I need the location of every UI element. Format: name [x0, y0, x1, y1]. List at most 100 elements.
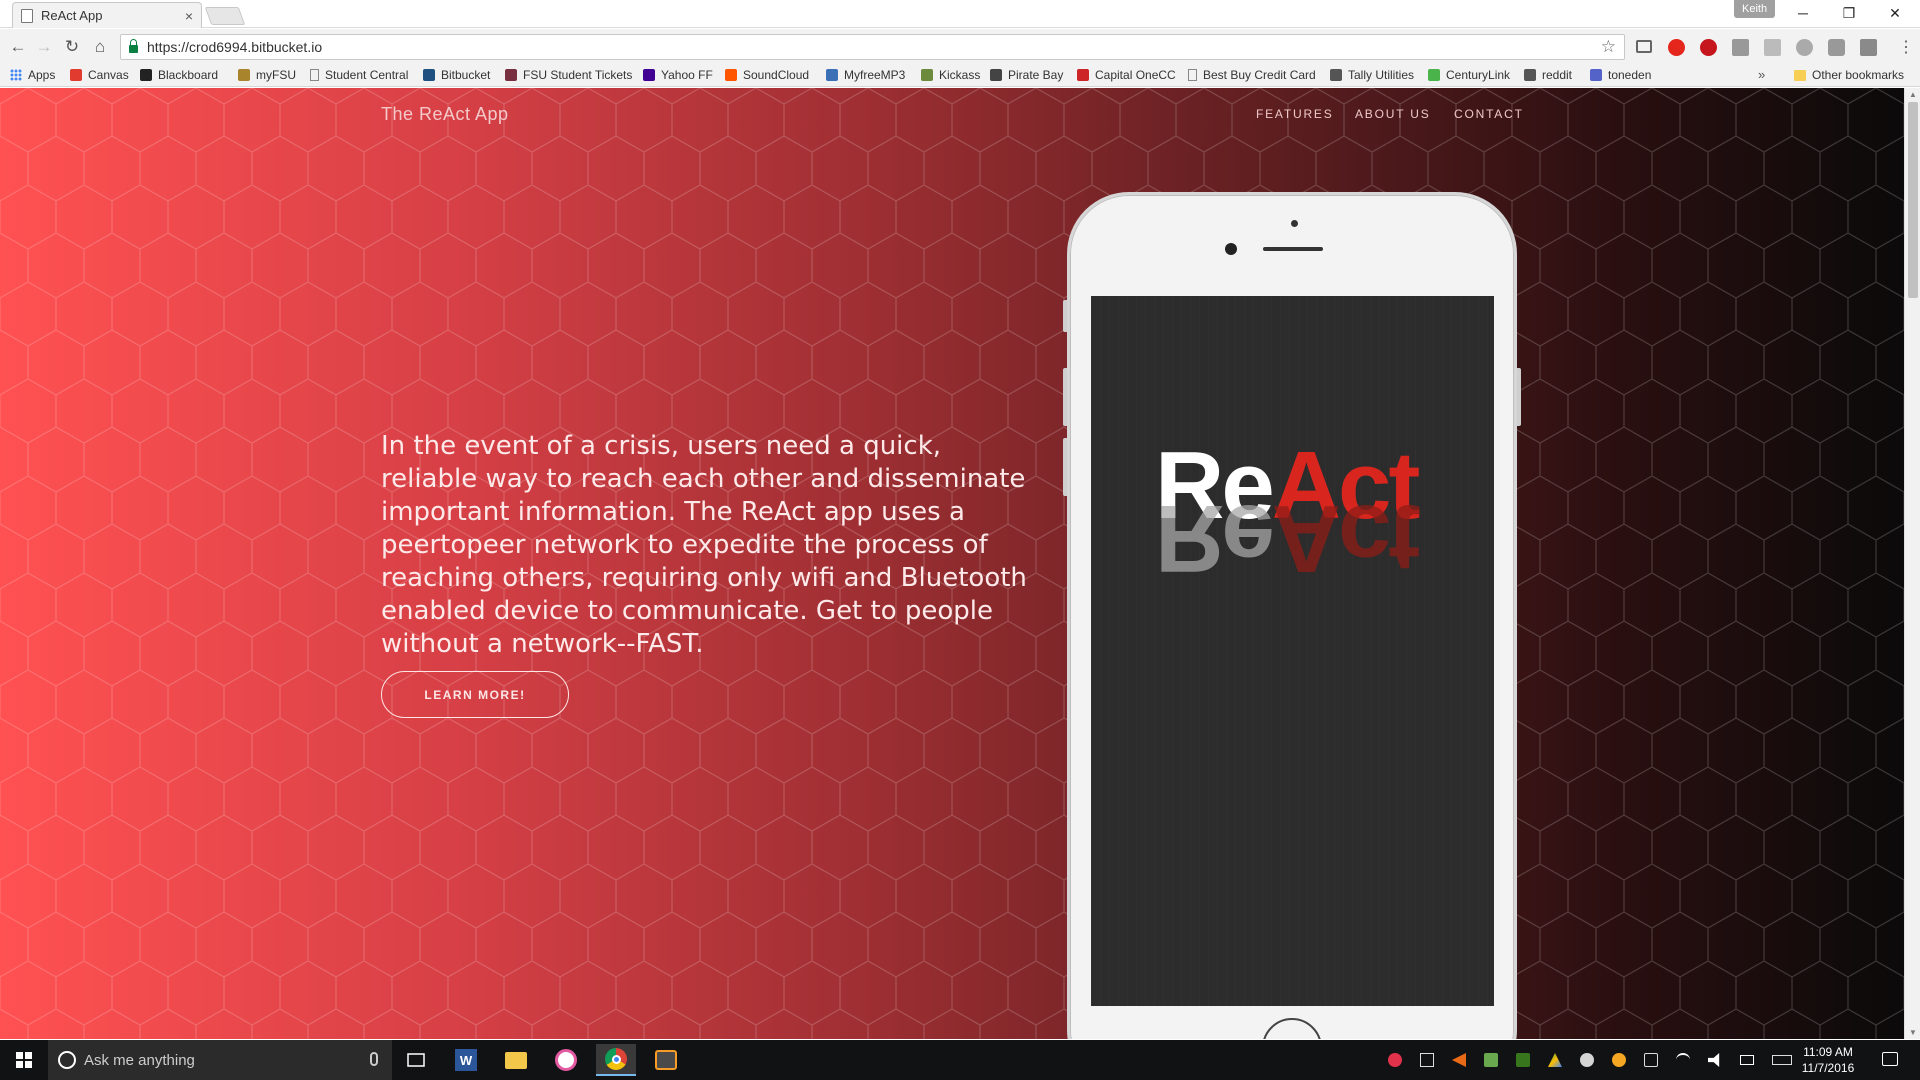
learn-more-button[interactable]: LEARN MORE! [381, 671, 569, 718]
bookmark-label: FSU Student Tickets [523, 68, 633, 82]
adblock-icon[interactable] [1700, 39, 1717, 56]
action-center-icon[interactable] [1882, 1052, 1898, 1066]
scroll-down-icon[interactable]: ▼ [1909, 1028, 1917, 1037]
bookmark-yahoo-ff[interactable]: Yahoo FF [643, 68, 713, 82]
wifi-icon[interactable] [1676, 1053, 1690, 1067]
bookmark-myfsu[interactable]: myFSU [238, 68, 296, 82]
google-drive-icon[interactable] [1548, 1053, 1562, 1067]
microphone-icon[interactable] [370, 1052, 378, 1066]
minimize-button[interactable]: ─ [1780, 0, 1826, 26]
menu-icon[interactable]: ⋮ [1898, 37, 1914, 57]
tray-app-icon[interactable] [1612, 1053, 1626, 1067]
restore-button[interactable]: ❐ [1826, 0, 1872, 26]
bookmark-label: reddit [1542, 68, 1573, 82]
bookmark-label: CenturyLink [1446, 68, 1511, 82]
cloud-icon[interactable] [1796, 39, 1813, 56]
taskbar-word[interactable]: W [446, 1044, 486, 1076]
tray-app-icon[interactable] [1452, 1053, 1466, 1067]
address-bar[interactable]: https://crod6994.bitbucket.io ☆ [120, 34, 1625, 60]
phone-camera [1225, 243, 1237, 255]
bookmark-best-buy-credit-card[interactable]: Best Buy Credit Card [1188, 68, 1316, 82]
cast-icon[interactable] [1636, 40, 1652, 53]
windows-taskbar: Ask me anything W 11:09 AM 11/7/2016 [0, 1040, 1920, 1080]
bookmark-myfreemp3[interactable]: MyfreeMP3 [826, 68, 905, 82]
taskbar-file-explorer[interactable] [496, 1044, 536, 1076]
bookmark-label: Pirate Bay [1008, 68, 1064, 82]
profile-badge[interactable]: Keith [1734, 0, 1776, 18]
bookmark-capital-onecc[interactable]: Capital OneCC [1077, 68, 1176, 82]
forward-button[interactable]: → [32, 35, 56, 59]
bookmark-pirate-bay[interactable]: Pirate Bay [990, 68, 1063, 82]
other-bookmarks-folder[interactable]: Other bookmarks [1794, 68, 1904, 82]
bookmark-label: Canvas [88, 68, 129, 82]
task-view-button[interactable] [396, 1044, 436, 1076]
start-button[interactable] [0, 1040, 48, 1080]
yahoo-icon [643, 69, 655, 81]
nav-contact-link[interactable]: CONTACT [1454, 107, 1524, 121]
tab-react-app[interactable]: ReAct App × [12, 2, 202, 28]
tray-app-icon[interactable] [1388, 1053, 1402, 1067]
tray-app-icon[interactable] [1644, 1053, 1658, 1067]
bookmark-student-central[interactable]: Student Central [310, 68, 408, 82]
word-icon: W [455, 1049, 477, 1071]
centurylink-icon [1428, 69, 1440, 81]
bookmark-label: SoundCloud [743, 68, 810, 82]
bookmark-label: Student Central [325, 68, 409, 82]
keyboard-icon[interactable] [1772, 1055, 1792, 1065]
extension-icon[interactable] [1828, 39, 1845, 56]
bookmark-toneden[interactable]: toneden [1590, 68, 1651, 82]
system-clock[interactable]: 11:09 AM 11/7/2016 [1796, 1044, 1860, 1076]
reddit-icon [1524, 69, 1536, 81]
scroll-thumb[interactable] [1908, 102, 1918, 298]
more-bookmarks-chevron-icon[interactable]: » [1758, 67, 1765, 82]
cortana-icon [58, 1051, 76, 1069]
bookmark-canvas[interactable]: Canvas [70, 68, 129, 82]
opera-icon[interactable] [1668, 39, 1685, 56]
volume-icon[interactable] [1708, 1053, 1720, 1067]
extension-icon[interactable] [1860, 39, 1877, 56]
extension-icon[interactable] [1764, 39, 1781, 56]
bookmark-reddit[interactable]: reddit [1524, 68, 1572, 82]
new-tab-button[interactable] [204, 7, 246, 25]
bitbucket-icon [423, 69, 435, 81]
bookmark-label: toneden [1608, 68, 1652, 82]
extension-icon[interactable] [1732, 39, 1749, 56]
nav-features-link[interactable]: FEATURES [1256, 107, 1334, 121]
star-icon[interactable]: ☆ [1601, 37, 1616, 57]
chrome-icon [605, 1048, 627, 1070]
close-icon[interactable]: × [185, 8, 193, 24]
tray-app-icon[interactable] [1580, 1053, 1594, 1067]
fsu-tickets-icon [505, 69, 517, 81]
bookmark-label: Capital OneCC [1095, 68, 1176, 82]
lock-icon [129, 39, 138, 53]
page-scrollbar[interactable]: ▲ ▼ [1904, 88, 1920, 1039]
home-button[interactable]: ⌂ [88, 35, 112, 59]
tray-app-icon[interactable] [1420, 1053, 1434, 1067]
bookmark-kickass[interactable]: Kickass [921, 68, 980, 82]
bookmark-blackboard[interactable]: Blackboard [140, 68, 218, 82]
page-icon [21, 8, 33, 23]
battery-icon[interactable] [1740, 1055, 1754, 1065]
url-text[interactable]: https://crod6994.bitbucket.io [147, 39, 1601, 55]
bookmark-tally-utilities[interactable]: Tally Utilities [1330, 68, 1414, 82]
bookmark-soundcloud[interactable]: SoundCloud [725, 68, 809, 82]
taskbar-itunes[interactable] [546, 1044, 586, 1076]
site-brand[interactable]: The ReAct App [381, 104, 509, 125]
logo-re-reflection: Re [1155, 485, 1272, 592]
tab-title: ReAct App [41, 8, 103, 23]
nav-about-link[interactable]: ABOUT US [1355, 107, 1431, 121]
reload-button[interactable]: ↻ [60, 35, 84, 59]
taskbar-chrome[interactable] [596, 1044, 636, 1076]
taskbar-sublime[interactable] [646, 1044, 686, 1076]
bookmark-centurylink[interactable]: CenturyLink [1428, 68, 1510, 82]
phone-speaker [1263, 247, 1323, 251]
bookmark-fsu-student-tickets[interactable]: FSU Student Tickets [505, 68, 632, 82]
bookmark-bitbucket[interactable]: Bitbucket [423, 68, 490, 82]
tray-app-icon[interactable] [1516, 1053, 1530, 1067]
bookmark-apps[interactable]: Apps [10, 68, 55, 82]
tray-app-icon[interactable] [1484, 1053, 1498, 1067]
close-window-button[interactable]: ✕ [1872, 0, 1918, 26]
cortana-search-box[interactable]: Ask me anything [48, 1040, 392, 1080]
back-button[interactable]: ← [6, 35, 30, 59]
scroll-up-icon[interactable]: ▲ [1909, 90, 1917, 99]
